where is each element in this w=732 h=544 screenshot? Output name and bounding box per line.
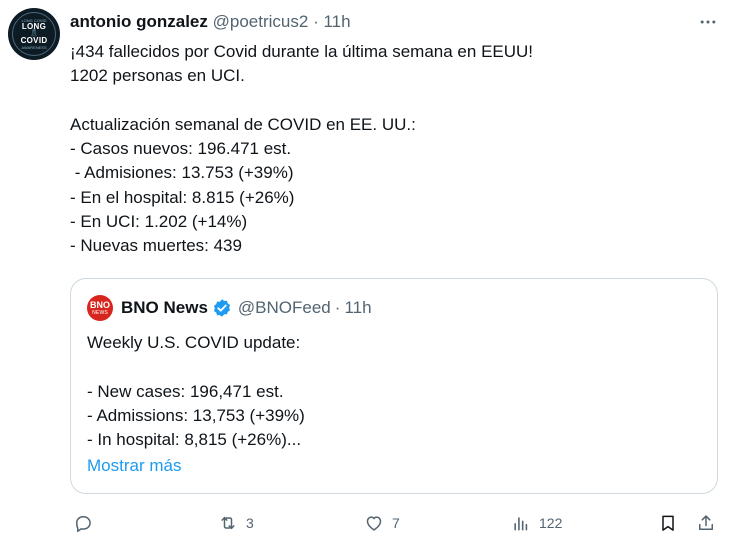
- tweet-line: ¡434 fallecidos por Covid durante la últ…: [70, 42, 534, 61]
- avatar-text-covid: COVID: [20, 36, 48, 45]
- retweet-button[interactable]: 3: [218, 510, 254, 536]
- views-button[interactable]: 122: [511, 510, 562, 536]
- show-more-link[interactable]: Mostrar más: [87, 456, 181, 476]
- heart-icon: [366, 516, 382, 531]
- bno-news-avatar[interactable]: BNO NEWS: [87, 295, 113, 321]
- tweet-actions: 3 7 122: [0, 510, 732, 536]
- quoted-tweet[interactable]: BNO NEWS BNO News @BNOFeed · 11h Weekly …: [70, 278, 718, 494]
- quoted-author-handle[interactable]: @BNOFeed: [238, 298, 331, 318]
- quoted-line: - Admissions: 13,753 (+39%): [87, 405, 305, 425]
- header-separator: ·: [313, 12, 319, 31]
- tweet-line: - En el hospital: 8.815 (+26%): [70, 187, 295, 207]
- tweet-line: - Nuevas muertes: 439: [70, 236, 242, 256]
- quoted-timestamp[interactable]: 11h: [344, 298, 371, 318]
- author-name[interactable]: antonio gonzalez: [70, 12, 208, 31]
- verified-badge-icon: [212, 298, 232, 318]
- retweet-count: 3: [246, 515, 254, 531]
- reply-icon: [76, 516, 91, 533]
- quoted-tweet-header: BNO News @BNOFeed · 11h: [121, 298, 372, 318]
- quoted-author-name[interactable]: BNO News: [121, 298, 208, 318]
- views-icon: [514, 517, 528, 531]
- quoted-tweet-text: Weekly U.S. COVID update: - New cases: 1…: [87, 331, 687, 452]
- tweet-timestamp[interactable]: 11h: [323, 12, 350, 31]
- quoted-line: - In hospital: 8,815 (+26%)...: [87, 430, 302, 450]
- share-button[interactable]: [696, 510, 716, 536]
- more-options-button[interactable]: [694, 10, 722, 34]
- retweet-icon: [221, 516, 235, 530]
- quoted-line: Weekly U.S. COVID update:: [87, 333, 301, 352]
- tweet-header: antonio gonzalez @poetricus2 · 11h: [70, 12, 351, 32]
- reply-button[interactable]: [73, 510, 93, 536]
- bookmark-button[interactable]: [658, 510, 678, 536]
- avatar-arc-bottom: AWARENESS: [21, 45, 47, 50]
- bookmark-icon: [662, 515, 674, 531]
- more-icon: [700, 20, 716, 24]
- tweet-line: - Admisiones: 13.753 (+39%): [70, 163, 294, 183]
- tweet-line: Actualización semanal de COVID en EE. UU…: [70, 114, 416, 134]
- share-icon: [699, 515, 713, 530]
- like-count: 7: [392, 515, 400, 531]
- long-covid-logo: LONG COVID LONG 🎗 COVID AWARENESS: [12, 12, 56, 56]
- quoted-line: - New cases: 196,471 est.: [87, 381, 284, 401]
- like-button[interactable]: 7: [364, 510, 400, 536]
- tweet-line: - Casos nuevos: 196.471 est.: [70, 139, 292, 159]
- bno-logo-subtext: NEWS: [92, 309, 108, 316]
- bno-logo-text: BNO: [90, 299, 110, 310]
- author-avatar[interactable]: LONG COVID LONG 🎗 COVID AWARENESS: [8, 8, 60, 60]
- quoted-header-separator: ·: [334, 298, 341, 317]
- quoted-line: [87, 355, 687, 379]
- author-handle[interactable]: @poetricus2: [213, 12, 309, 31]
- tweet-text: ¡434 fallecidos por Covid durante la últ…: [70, 40, 710, 259]
- tweet-line: 1202 personas en UCI.: [70, 66, 245, 86]
- tweet-line: - En UCI: 1.202 (+14%): [70, 212, 248, 232]
- tweet-line: [70, 89, 710, 113]
- views-count: 122: [539, 515, 563, 531]
